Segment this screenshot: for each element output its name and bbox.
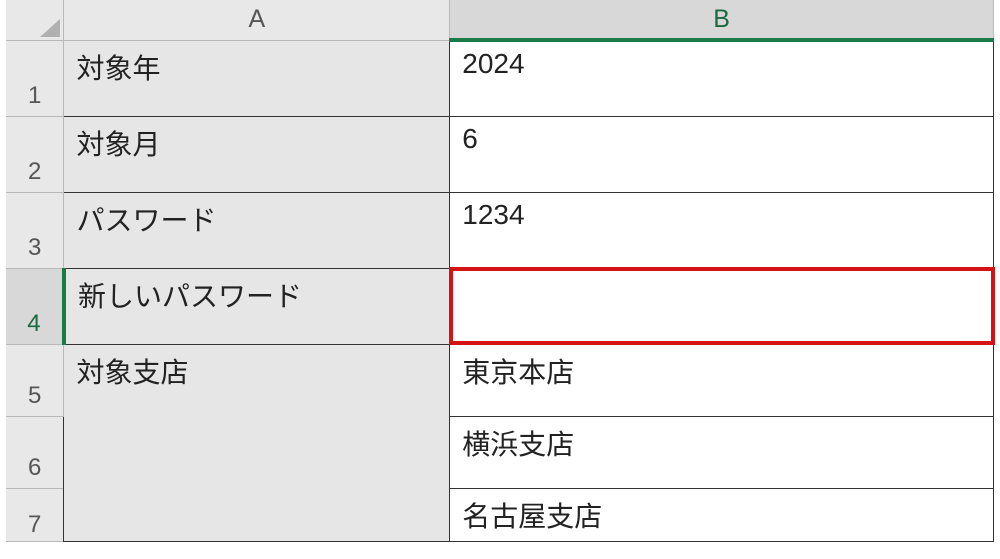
row-header-7[interactable]: 7 (6, 488, 64, 541)
cell-b3[interactable]: 1234 (450, 192, 994, 268)
select-all-triangle-icon (40, 19, 60, 37)
spreadsheet-grid[interactable]: A B 1 対象年 2024 2 対象月 6 3 パスワード 1234 4 新し… (6, 0, 994, 542)
row-header-2[interactable]: 2 (6, 116, 64, 192)
cell-b4[interactable] (450, 268, 994, 344)
table-row: 3 パスワード 1234 (6, 192, 994, 268)
cell-b7[interactable]: 名古屋支店 (450, 488, 994, 541)
cell-a3[interactable]: パスワード (64, 192, 450, 268)
select-all-corner[interactable] (6, 0, 64, 40)
row-header-5[interactable]: 5 (6, 344, 64, 416)
column-header-b[interactable]: B (450, 0, 994, 40)
table-row: 2 対象月 6 (6, 116, 994, 192)
row-header-1[interactable]: 1 (6, 40, 64, 116)
row-header-3[interactable]: 3 (6, 192, 64, 268)
cell-b6[interactable]: 横浜支店 (450, 416, 994, 488)
cell-b1[interactable]: 2024 (450, 40, 994, 116)
cell-a1[interactable]: 対象年 (64, 40, 450, 116)
cell-a2[interactable]: 対象月 (64, 116, 450, 192)
table-row: 5 対象支店 東京本店 (6, 344, 994, 416)
table-row: 4 新しいパスワード (6, 268, 994, 344)
column-header-a[interactable]: A (64, 0, 450, 40)
table-row: 1 対象年 2024 (6, 40, 994, 116)
row-header-6[interactable]: 6 (6, 416, 64, 488)
column-header-row: A B (6, 0, 994, 40)
row-header-4[interactable]: 4 (6, 268, 64, 344)
cell-a5[interactable]: 対象支店 (64, 344, 450, 541)
cell-b5[interactable]: 東京本店 (450, 344, 994, 416)
cell-b2[interactable]: 6 (450, 116, 994, 192)
cell-a4[interactable]: 新しいパスワード (64, 268, 450, 344)
